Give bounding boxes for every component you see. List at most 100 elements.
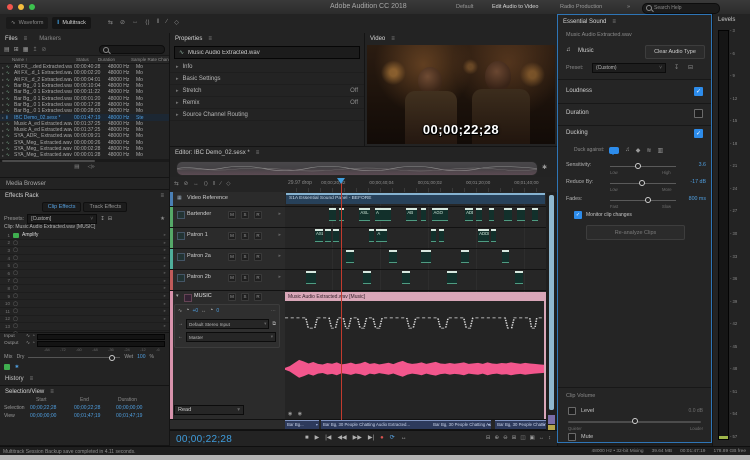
panel-menu-icon[interactable]: ≡ [50, 389, 54, 395]
audio-clip[interactable] [329, 208, 336, 221]
save-preset-icon[interactable]: ↧ [100, 216, 105, 222]
star-icon[interactable]: ★ [160, 216, 165, 222]
vertical-zoom-handle[interactable] [548, 415, 555, 424]
panel-menu-icon[interactable]: ≡ [612, 19, 616, 25]
audio-clip[interactable]: AB [406, 208, 416, 221]
insert-icon[interactable]: ↥ [32, 46, 37, 53]
delete-preset-icon[interactable]: ⊟ [688, 64, 693, 71]
es-slider-value[interactable]: 3.6 [699, 162, 706, 168]
selection-end[interactable]: 00;00;22;28 [74, 405, 100, 411]
skip-to-start-button[interactable]: |◀ [325, 434, 331, 441]
selection-start[interactable]: 00;00;22;28 [30, 405, 56, 411]
es-slider-track[interactable] [610, 166, 676, 167]
track-s-button[interactable]: S [241, 211, 249, 219]
ambience-icon[interactable]: ≋ [646, 147, 651, 154]
view-end[interactable]: 00;01;47;19 [74, 413, 100, 419]
loop-playback-icon[interactable]: ▤ [74, 164, 79, 170]
workspace-radio-production[interactable]: Radio Production [560, 4, 602, 10]
audio-clip[interactable] [421, 208, 426, 221]
audio-clip[interactable] [369, 229, 374, 242]
tab-markers[interactable]: Markers [39, 36, 61, 42]
es-slider-value[interactable]: -17 dB [690, 179, 706, 185]
timebase-label[interactable]: 29.97 drop [288, 180, 315, 186]
playhead-marker[interactable] [337, 178, 345, 188]
disclosure-icon[interactable]: ▾ [176, 293, 179, 299]
music-clip-header[interactable]: Music Audio Extracted.wav [Music] [285, 292, 544, 301]
effect-slot[interactable]: 10◯▸ [0, 300, 169, 308]
track-m-button[interactable]: M [228, 211, 236, 219]
track-lane-patron-1[interactable]: ASLAADDL [285, 228, 546, 249]
es-slider-thumb[interactable] [635, 163, 641, 169]
preset-dropdown[interactable]: [Custom] ˅ [27, 214, 97, 224]
track-header-music[interactable]: ▾MUSICMSR∿◔+0↔◔0⋯→Default Stereo Input▾⧉… [170, 291, 285, 420]
tab-files[interactable]: Files [5, 36, 18, 42]
panel-menu-icon[interactable]: ≡ [160, 193, 164, 199]
files-search-field[interactable] [99, 45, 165, 54]
music-clip[interactable]: Music Audio Extracted.wav [Music]◉ ◉ [285, 292, 546, 419]
track-m-button[interactable]: M [228, 293, 236, 301]
navigator-settings-icon[interactable]: ✱ [542, 164, 547, 171]
effect-slot[interactable]: 11◯▸ [0, 308, 169, 316]
panel-menu-icon[interactable]: ≡ [24, 36, 28, 42]
chevron-right-icon[interactable]: ▸ [278, 274, 281, 280]
dialogue-icon[interactable] [609, 147, 619, 154]
effect-power-toggle[interactable]: ◯ [13, 263, 19, 269]
panel-menu-icon[interactable]: ≡ [391, 36, 395, 42]
editor-tool-icon-5[interactable]: ∕ [220, 181, 221, 187]
mix-slider-thumb[interactable] [109, 355, 115, 361]
music-icon[interactable]: ♫ [625, 147, 630, 153]
volume-value[interactable]: +0 [192, 308, 198, 314]
clip-menu-icon[interactable]: ▾ [488, 422, 490, 427]
track-header-patron-2a[interactable]: Patron 2aMSR▸ [170, 249, 285, 270]
import-icon[interactable]: ⊞ [14, 46, 19, 53]
track-lane-bartender[interactable]: ASLAABAGOADDL [285, 207, 546, 228]
levels-meter[interactable] [718, 30, 729, 440]
panel-menu-icon[interactable]: ≡ [208, 36, 212, 42]
skip-to-end-button[interactable]: ▶| [368, 434, 374, 441]
clip-menu-icon[interactable]: ▾ [543, 422, 545, 427]
zoom-h-in-button[interactable]: ⊞ [512, 435, 517, 441]
audio-clip[interactable]: AGO [432, 208, 448, 221]
tool-icon-5[interactable]: ∕ [166, 19, 167, 26]
audio-clip[interactable] [502, 250, 510, 263]
effect-power-toggle[interactable]: ◯ [13, 255, 19, 261]
col-duration[interactable]: Duration [98, 57, 115, 62]
effect-power-toggle[interactable]: ◯ [13, 293, 19, 299]
audio-clip[interactable]: ADDL [465, 208, 473, 221]
es-slider-value[interactable]: 800 ms [689, 196, 706, 202]
stop-button[interactable]: ■ [305, 435, 309, 441]
track-s-button[interactable]: S [241, 293, 249, 301]
video-frame[interactable]: 00;00;22;28 [367, 45, 555, 144]
effect-power-toggle[interactable]: ◯ [13, 240, 19, 246]
effect-slot[interactable]: 12◯▸ [0, 316, 169, 324]
overview-navigator[interactable] [176, 161, 538, 176]
play-button[interactable]: ▶ [315, 434, 320, 441]
audio-clip[interactable] [402, 271, 410, 284]
es-slider-track[interactable] [610, 200, 676, 201]
audio-clip[interactable] [363, 271, 371, 284]
level-slider[interactable] [568, 421, 701, 423]
audio-clip[interactable] [515, 271, 523, 284]
editor-tool-icon-2[interactable]: ↔ [193, 181, 199, 187]
properties-clip-item[interactable]: ∿ Music Audio Extracted.wav [174, 46, 360, 59]
effect-slot[interactable]: 8◯▸ [0, 285, 169, 293]
track-header-ambience[interactable] [170, 420, 285, 430]
effect-power-toggle[interactable]: ◯ [13, 270, 19, 276]
auto-play-icon[interactable]: ◁» [87, 164, 94, 170]
track-m-button[interactable]: M [228, 253, 236, 261]
monitor-clip-changes-checkbox[interactable]: ✓ [574, 211, 582, 219]
audio-clip[interactable] [325, 229, 330, 242]
effect-power-toggle[interactable]: ◯ [13, 247, 19, 253]
properties-row[interactable]: ▸Source Channel Routing [170, 109, 364, 121]
effect-slot[interactable]: 4◯▸ [0, 255, 169, 263]
track-header-video-reference[interactable]: ▦Video Reference [170, 192, 285, 207]
audio-clip[interactable] [491, 229, 496, 242]
multitrack-view-button[interactable]: ⫴ Multitrack [52, 17, 91, 29]
chevron-right-icon[interactable]: ▸ [278, 253, 281, 259]
es-preset-dropdown[interactable]: (Custom) ˅ [592, 63, 666, 73]
audio-clip[interactable] [431, 229, 436, 242]
audio-clip[interactable] [333, 229, 338, 242]
shuttle-button[interactable]: ↔ [401, 435, 407, 441]
mute-checkbox[interactable] [568, 433, 576, 441]
ambience-clip[interactable]: Bar Bg, 30 People Chatting Audio...▾ [495, 420, 546, 429]
